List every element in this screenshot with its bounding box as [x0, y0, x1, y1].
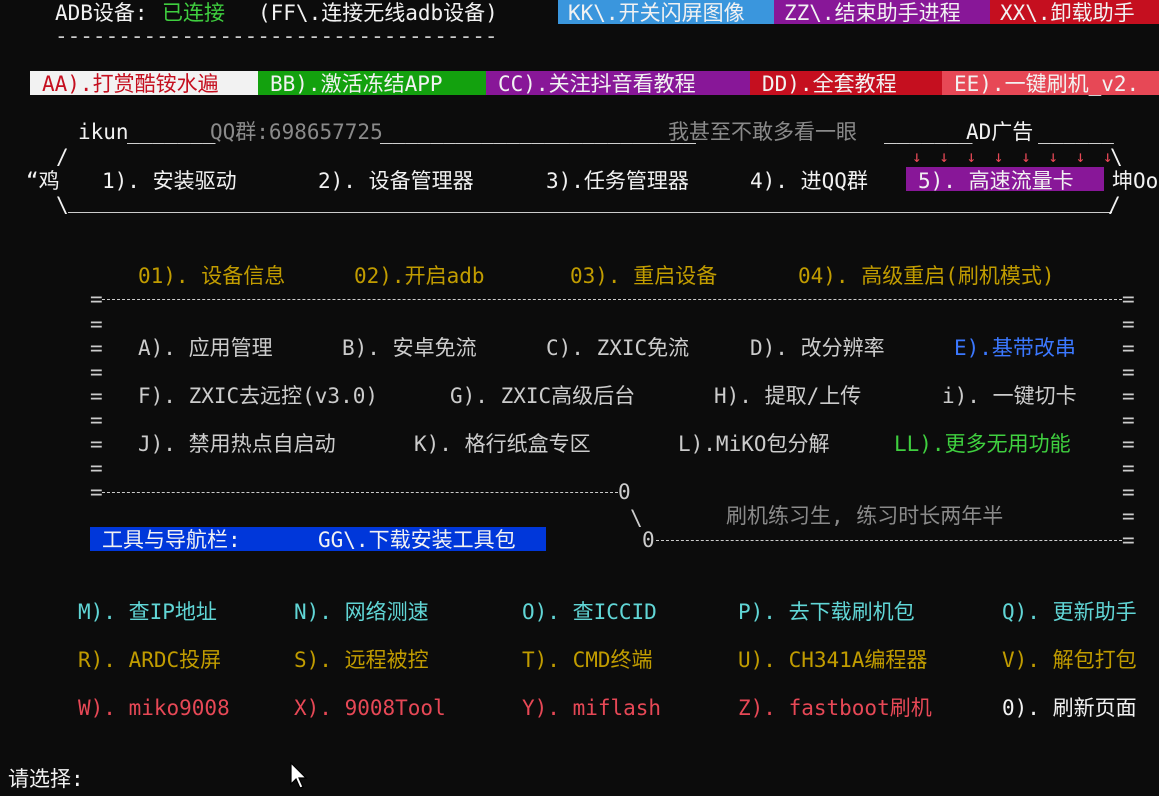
adb-status: 已连接: [162, 1, 225, 25]
box-side-mark: =: [1122, 504, 1135, 528]
box-mid-border: [102, 492, 618, 493]
banner-backslash-left: \: [56, 193, 69, 217]
menu-advanced-reboot[interactable]: 04). 高级重启(刷机模式): [798, 263, 1055, 289]
quick-action-2[interactable]: BB).激活冻结APP: [270, 71, 443, 97]
tool-item[interactable]: S). 远程被控: [294, 647, 429, 673]
banner-menu-2[interactable]: 2). 设备管理器: [318, 168, 474, 194]
banner-menu-3[interactable]: 3).任务管理器: [546, 168, 689, 194]
box-bottom-border: [656, 540, 1122, 541]
tool-item[interactable]: P). 去下载刷机包: [738, 599, 915, 625]
box-side-mark: =: [1122, 312, 1135, 336]
box-corner: =: [90, 287, 103, 311]
box-node: 0: [642, 528, 655, 552]
function-item[interactable]: C). ZXIC免流: [546, 335, 689, 361]
banner-right-text: 坤Oo: [1112, 169, 1159, 193]
quick-action-1[interactable]: AA).打赏酷铵水遍: [42, 71, 219, 97]
quick-action-5[interactable]: EE).一键刷机_v2.: [954, 71, 1139, 97]
top-button-1[interactable]: KK\.开关闪屏图像: [568, 0, 745, 26]
banner-line-4: ______: [1038, 120, 1114, 144]
menu-device-info[interactable]: 01). 设备信息: [138, 263, 285, 289]
quick-action-3[interactable]: CC).关注抖音看教程: [498, 71, 696, 97]
adb-label: ADB设备:: [55, 1, 148, 25]
tool-item[interactable]: V). 解包打包: [1002, 647, 1137, 673]
box-side-mark: =: [1122, 480, 1135, 504]
banner-slogan: 我甚至不敢多看一眼: [668, 120, 857, 144]
box-corner: =: [1122, 287, 1135, 311]
box-node: 0: [618, 480, 631, 504]
banner-ikun: ikun: [78, 120, 129, 144]
tool-item[interactable]: Y). miflash: [522, 695, 661, 721]
tool-item[interactable]: R). ARDC投屏: [78, 647, 221, 673]
function-item[interactable]: H). 提取/上传: [714, 383, 861, 409]
tool-item[interactable]: W). miko9008: [78, 695, 230, 721]
banner-line-1: _______: [127, 120, 216, 144]
banner-line-3: _______: [884, 120, 973, 144]
function-item[interactable]: B). 安卓免流: [342, 335, 477, 361]
box-side-mark: =: [1122, 336, 1135, 360]
tools-bar-label: 工具与导航栏:: [102, 528, 241, 552]
mouse-cursor-icon: [290, 762, 308, 789]
input-prompt[interactable]: 请选择:: [8, 766, 84, 792]
banner-menu-1[interactable]: 1). 安装驱动: [102, 168, 237, 194]
box-side-mark: =: [90, 432, 103, 456]
function-item[interactable]: E).基带改串: [954, 335, 1076, 361]
function-item[interactable]: A). 应用管理: [138, 335, 273, 361]
box-side-mark: =: [90, 360, 103, 384]
function-item[interactable]: G). ZXIC高级后台: [450, 383, 635, 409]
box-side-mark: =: [90, 456, 103, 480]
function-item[interactable]: i). 一键切卡: [942, 383, 1077, 409]
banner-menu-4[interactable]: 4). 进QQ群: [750, 168, 868, 194]
box-side-mark: =: [1122, 432, 1135, 456]
box-corner: =: [90, 480, 103, 504]
tool-item[interactable]: N). 网络测速: [294, 599, 429, 625]
top-button-3[interactable]: XX\.卸载助手: [1000, 0, 1135, 26]
box-top-border: [102, 299, 1122, 300]
wireless-adb-hint[interactable]: (FF\.连接无线adb设备): [258, 0, 498, 26]
function-item[interactable]: L).MiKO包分解: [678, 431, 830, 457]
box-corner: =: [1122, 528, 1135, 552]
box-side-mark: =: [1122, 360, 1135, 384]
tool-item[interactable]: Z). fastboot刷机: [738, 695, 932, 721]
download-tools-link[interactable]: GG\.下载安装工具包: [318, 527, 516, 553]
menu-reboot-device[interactable]: 03). 重启设备: [570, 263, 717, 289]
box-side-mark: =: [90, 408, 103, 432]
banner-left-text: “鸡: [26, 169, 60, 193]
box-side-mark: =: [1122, 384, 1135, 408]
tool-item[interactable]: M). 查IP地址: [78, 599, 217, 625]
box-diagonal: \: [630, 506, 643, 530]
tool-item[interactable]: O). 查ICCID: [522, 599, 657, 625]
top-button-2[interactable]: ZZ\.结束助手进程: [784, 0, 961, 26]
header-underline: ----------------------------------------: [55, 26, 500, 46]
banner-ad-label: AD广告: [966, 120, 1034, 144]
tool-item[interactable]: T). CMD终端: [522, 647, 653, 673]
tool-item[interactable]: Q). 更新助手: [1002, 599, 1137, 625]
function-item[interactable]: D). 改分辨率: [750, 335, 885, 361]
banner-qq-group[interactable]: QQ群:698657725: [210, 119, 383, 145]
banner-menu-5[interactable]: 5). 高速流量卡: [918, 168, 1074, 194]
box-side-mark: =: [90, 384, 103, 408]
trainee-text: 刷机练习生, 练习时长两年半: [726, 504, 1004, 528]
box-side-mark: =: [1122, 456, 1135, 480]
banner-line-2: _________________________: [380, 120, 697, 144]
menu-enable-adb[interactable]: 02).开启adb: [354, 263, 485, 289]
function-item[interactable]: LL).更多无用功能: [894, 431, 1071, 457]
box-side-mark: =: [90, 312, 103, 336]
tool-item[interactable]: X). 9008Tool: [294, 695, 446, 721]
box-side-mark: =: [1122, 408, 1135, 432]
function-item[interactable]: K). 格行纸盒专区: [414, 431, 591, 457]
function-item[interactable]: J). 禁用热点自启动: [138, 431, 336, 457]
function-item[interactable]: F). ZXIC去远控(v3.0): [138, 383, 378, 409]
quick-action-4[interactable]: DD).全套教程: [762, 71, 897, 97]
box-side-mark: =: [90, 336, 103, 360]
banner-slash-left: /: [56, 145, 69, 169]
tool-item[interactable]: U). CH341A编程器: [738, 647, 927, 673]
banner-slash-bottom-right: /: [1108, 193, 1121, 217]
tool-item[interactable]: 0). 刷新页面: [1002, 695, 1137, 721]
banner-bottom-border: [68, 212, 1112, 213]
